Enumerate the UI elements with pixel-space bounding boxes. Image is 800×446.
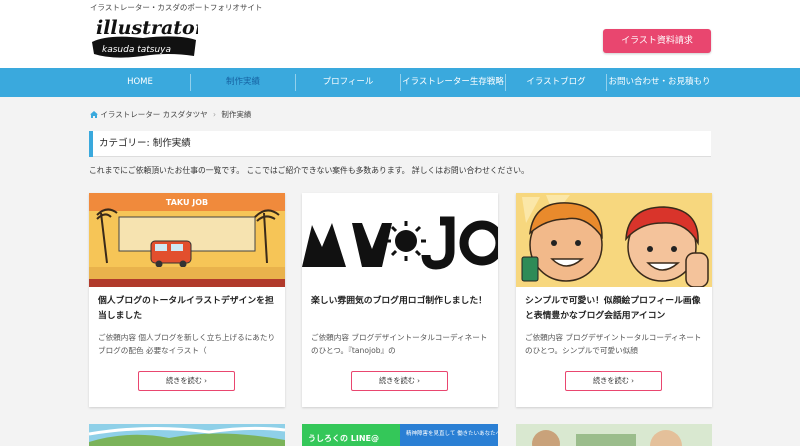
read-more-button[interactable]: 続きを読む › bbox=[138, 371, 235, 391]
svg-text:kasuda tatsuya: kasuda tatsuya bbox=[102, 45, 171, 55]
nav-item-profile[interactable]: プロフィール bbox=[296, 68, 400, 97]
svg-text:うしろくの LINE@: うしろくの LINE@ bbox=[308, 434, 379, 443]
post-card[interactable]: 楽しい雰囲気のブログ用ロゴ制作しました！ ご依頼内容 ブログデザイントータルコー… bbox=[302, 193, 498, 407]
post-title[interactable]: 個人ブログのトータルイラストデザインを担当しました bbox=[98, 294, 278, 324]
nav-item-contact[interactable]: お問い合わせ・お見積もり bbox=[607, 68, 712, 97]
post-excerpt: ご依頼内容 ブログデザイントータルコーディネートのひとつ。シンプルで可愛い似顔 bbox=[525, 333, 702, 355]
home-icon bbox=[90, 111, 98, 118]
nav-item-blog[interactable]: イラストブログ bbox=[506, 68, 606, 97]
page-title: カテゴリー: 制作実績 bbox=[99, 138, 191, 149]
category-heading: カテゴリー: 制作実績 bbox=[89, 131, 711, 157]
post-title[interactable]: 楽しい雰囲気のブログ用ロゴ制作しました！ bbox=[311, 294, 491, 309]
post-card[interactable] bbox=[516, 424, 712, 446]
request-materials-button[interactable]: イラスト資料請求 bbox=[603, 29, 711, 53]
site-logo[interactable]: illustrator kasuda tatsuya bbox=[88, 12, 198, 62]
post-thumbnail[interactable] bbox=[516, 193, 712, 287]
post-thumbnail[interactable]: うしろくの LINE@ 精神障害を見直して 働きたいあなたへ… bbox=[302, 424, 498, 446]
post-excerpt: ご依頼内容 ブログデザイントータルコーディネートのひとつ。『tanojob』の bbox=[311, 333, 488, 355]
post-thumbnail[interactable] bbox=[89, 424, 285, 446]
post-card[interactable]: うしろくの LINE@ 精神障害を見直して 働きたいあなたへ… bbox=[302, 424, 498, 446]
post-card[interactable] bbox=[89, 424, 285, 446]
post-title[interactable]: シンプルで可愛い！似顔絵プロフィール画像と表情豊かなブログ会話用アイコン bbox=[525, 294, 705, 324]
svg-text:TAKU JOB: TAKU JOB bbox=[166, 198, 208, 207]
read-more-button[interactable]: 続きを読む › bbox=[351, 371, 448, 391]
read-more-button[interactable]: 続きを読む › bbox=[565, 371, 662, 391]
breadcrumb-current: 制作実績 bbox=[221, 110, 252, 119]
breadcrumb-chevron-icon: › bbox=[213, 110, 217, 119]
post-thumbnail[interactable] bbox=[302, 193, 498, 287]
global-nav: HOME 制作実績 プロフィール イラストレーター生存戦略 イラストブログ お問… bbox=[0, 68, 800, 97]
post-card[interactable]: TAKU JOB 個人ブログのトータルイラストデザインを担当しました ご依頼内容… bbox=[89, 193, 285, 407]
category-accent-bar bbox=[89, 131, 93, 157]
post-thumbnail[interactable] bbox=[516, 424, 712, 446]
breadcrumb: イラストレーター カスダタツヤ › 制作実績 bbox=[90, 109, 251, 120]
nav-item-strategy[interactable]: イラストレーター生存戦略 bbox=[401, 68, 505, 97]
svg-text:illustrator: illustrator bbox=[96, 17, 198, 39]
site-header: イラストレーター・カスダのポートフォリオサイト illustrator kasu… bbox=[0, 0, 800, 68]
nav-item-works[interactable]: 制作実績 bbox=[191, 68, 295, 97]
post-excerpt: ご依頼内容 個人ブログを新しく立ち上げるにあたり ブログの配色 必要なイラスト（ bbox=[98, 333, 276, 355]
post-card[interactable]: シンプルで可愛い！似顔絵プロフィール画像と表情豊かなブログ会話用アイコン ご依頼… bbox=[516, 193, 712, 407]
category-description: これまでにご依頼頂いたお仕事の一覧です。 ここではご紹介できない案件も多数ありま… bbox=[89, 166, 529, 175]
breadcrumb-home-link[interactable]: イラストレーター カスダタツヤ bbox=[100, 110, 207, 119]
post-thumbnail[interactable]: TAKU JOB bbox=[89, 193, 285, 287]
svg-text:精神障害を見直して 働きたいあなたへ…: 精神障害を見直して 働きたいあなたへ… bbox=[406, 429, 498, 437]
nav-item-home[interactable]: HOME bbox=[90, 68, 190, 97]
